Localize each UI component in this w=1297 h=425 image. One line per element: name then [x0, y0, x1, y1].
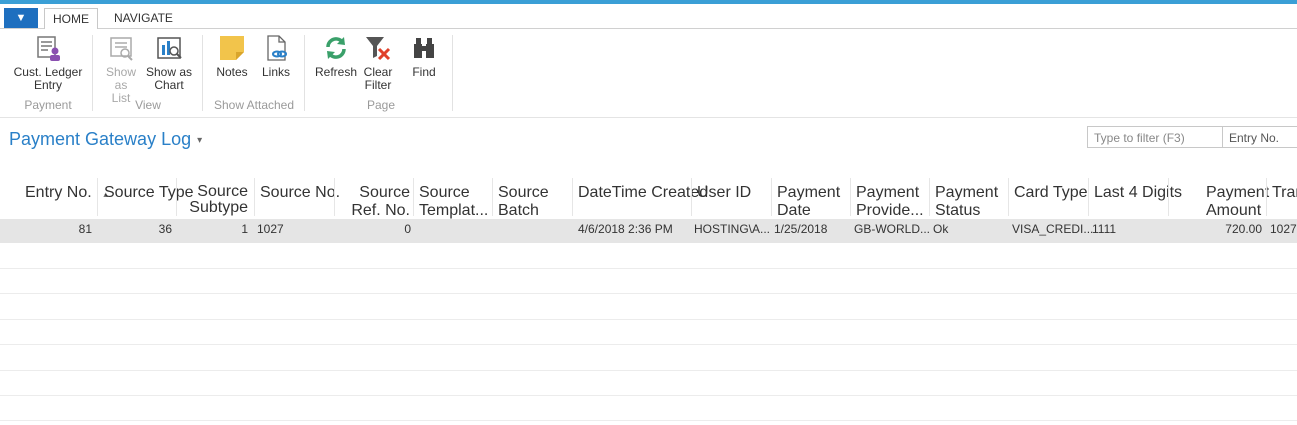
grid-line [0, 395, 1297, 396]
column-divider [572, 178, 573, 216]
col-card-type[interactable]: Card Type [1014, 184, 1088, 202]
tab-navigate[interactable]: NAVIGATE [106, 8, 181, 28]
show-as-chart-button[interactable]: Show as Chart [144, 34, 194, 92]
cust-ledger-entry-button[interactable]: Cust. Ledger Entry [8, 34, 88, 92]
filter-field-select[interactable]: Entry No. [1222, 126, 1297, 148]
binoculars-icon [410, 34, 438, 62]
group-divider [452, 35, 453, 111]
grid-line [0, 319, 1297, 320]
clear-filter-button[interactable]: Clear Filter [362, 34, 394, 92]
column-divider [334, 178, 335, 216]
col-source-subtype[interactable]: Source Subtype [182, 184, 248, 216]
col-payment-status[interactable]: Payment Status [935, 184, 998, 220]
column-divider [929, 178, 930, 216]
col-datetime-created[interactable]: DateTime Created [578, 184, 708, 202]
title-dropdown-icon[interactable]: ▾ [197, 135, 202, 146]
page-title-text: Payment Gateway Log [9, 129, 192, 149]
find-button[interactable]: Find [402, 34, 446, 79]
filter-input[interactable]: Type to filter (F3) [1087, 126, 1223, 148]
cell-payment-date[interactable]: 1/25/2018 [774, 222, 827, 236]
ribbon-tab-bar: ▼ HOME NAVIGATE [0, 4, 1297, 30]
group-divider [304, 35, 305, 111]
col-user-id[interactable]: User ID [697, 184, 751, 202]
grid-line [0, 370, 1297, 371]
group-payment: Cust. Ledger Entry Payment [8, 32, 88, 114]
group-label-show-attached: Show Attached [213, 98, 295, 112]
grid-line [0, 293, 1297, 294]
group-label-view: View [135, 98, 161, 112]
col-payment-provider[interactable]: Payment Provide... [856, 184, 924, 220]
grid-line [0, 344, 1297, 345]
cell-source-subtype[interactable]: 1 [190, 222, 248, 236]
column-divider [1266, 178, 1267, 216]
column-divider [1008, 178, 1009, 216]
tab-home[interactable]: HOME [44, 8, 98, 30]
group-label-payment: Payment [24, 98, 72, 112]
ledger-entry-icon [34, 34, 62, 62]
col-payment-amount[interactable]: Payment Amount [1206, 184, 1269, 220]
show-as-list-button[interactable]: Show as List [100, 34, 142, 105]
col-trans[interactable]: Trans [1272, 184, 1297, 202]
chart-view-icon [155, 34, 183, 62]
column-divider [492, 178, 493, 216]
cell-source-type[interactable]: 36 [110, 222, 172, 236]
grid-line [0, 420, 1297, 421]
col-payment-date[interactable]: Payment Date [777, 184, 840, 220]
column-divider [413, 178, 414, 216]
col-label: Entry No. [25, 184, 92, 201]
link-document-icon [262, 34, 290, 62]
cell-payment-status[interactable]: Ok [933, 222, 948, 236]
column-divider [254, 178, 255, 216]
links-button[interactable]: Links [256, 34, 296, 79]
column-divider [97, 178, 98, 216]
grid-line [0, 268, 1297, 269]
cell-datetime-created[interactable]: 4/6/2018 2:36 PM [578, 222, 673, 236]
cell-payment-provider[interactable]: GB-WORLD... [854, 222, 930, 236]
refresh-label: Refresh [314, 65, 358, 79]
clear-filter-icon [364, 34, 392, 62]
find-label: Find [412, 65, 436, 79]
refresh-icon [322, 34, 350, 62]
notes-button[interactable]: Notes [210, 34, 254, 79]
group-show-attached: Notes Links Show Attached [208, 32, 300, 114]
show-as-chart-label: Show as Chart [145, 65, 193, 92]
refresh-button[interactable]: Refresh [312, 34, 360, 79]
app-menu-button[interactable]: ▼ [4, 8, 38, 28]
cell-source-ref-no[interactable]: 0 [350, 222, 411, 236]
page-title: Payment Gateway Log ▾ [9, 129, 202, 150]
column-divider [691, 178, 692, 216]
links-label: Links [261, 65, 290, 79]
cell-trans[interactable]: 1027 [1270, 222, 1297, 236]
group-label-page: Page [366, 98, 396, 112]
group-divider [202, 35, 203, 111]
list-view-icon [107, 34, 135, 62]
ribbon: Cust. Ledger Entry Payment Show as List [0, 29, 1297, 118]
col-source-type[interactable]: Source Type [104, 184, 194, 202]
cell-user-id[interactable]: HOSTING\A... [694, 222, 770, 236]
col-source-ref-no[interactable]: Source Ref. No. [340, 184, 410, 220]
cell-source-no[interactable]: 1027 [257, 222, 284, 236]
column-divider [1168, 178, 1169, 216]
cell-card-type[interactable]: VISA_CREDI... [1012, 222, 1093, 236]
column-divider [176, 178, 177, 216]
group-view: Show as List Show as Chart View [98, 32, 198, 114]
clear-filter-label: Clear Filter [363, 65, 393, 92]
group-page: Refresh Clear Filter Find Page [310, 32, 452, 114]
column-divider [1088, 178, 1089, 216]
cell-last-4-digits[interactable]: 1111 [1092, 222, 1116, 236]
notes-icon [218, 34, 246, 62]
cell-payment-amount[interactable]: 720.00 [1196, 222, 1262, 236]
group-divider [92, 35, 93, 111]
cust-ledger-entry-label: Cust. Ledger Entry [13, 65, 83, 92]
notes-label: Notes [216, 65, 248, 79]
cell-entry-no[interactable]: 81 [30, 222, 92, 236]
column-divider [850, 178, 851, 216]
col-source-template[interactable]: Source Templat... [419, 184, 488, 220]
column-divider [771, 178, 772, 216]
col-source-no[interactable]: Source No. [260, 184, 340, 202]
